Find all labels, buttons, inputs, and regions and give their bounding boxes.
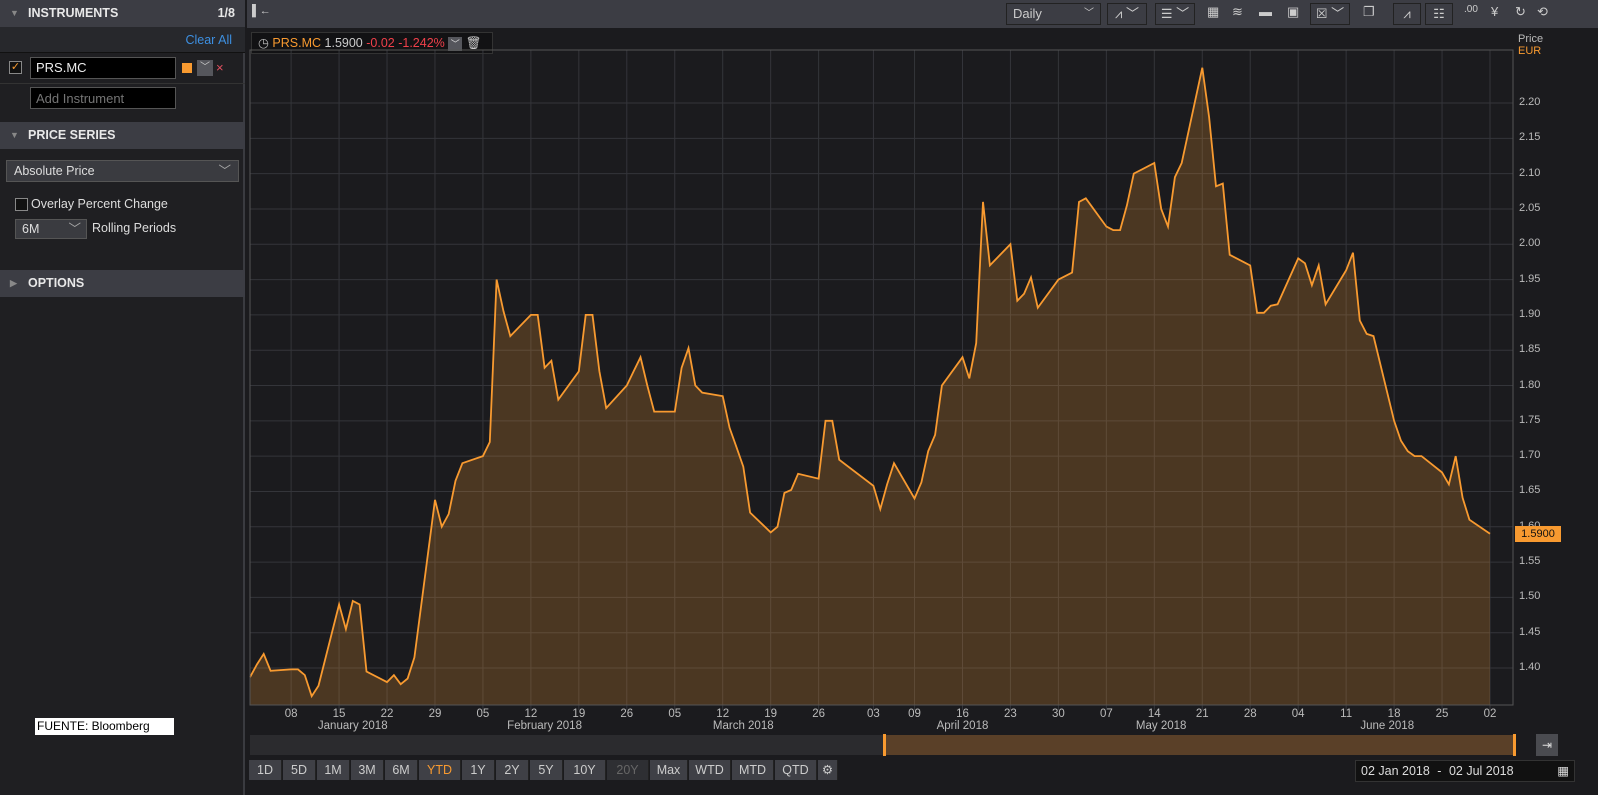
calendar-icon[interactable]: ▦: [1557, 761, 1569, 781]
y-tick-label: 1.70: [1519, 449, 1541, 462]
range-button-2y[interactable]: 2Y: [496, 760, 529, 780]
range-button-wtd[interactable]: WTD: [689, 760, 731, 780]
range-button-1d[interactable]: 1D: [249, 760, 282, 780]
month-label: June 2018: [1360, 720, 1415, 732]
x-tick-label: 09: [908, 708, 921, 720]
range-button-ytd[interactable]: YTD: [419, 760, 461, 780]
y-tick-label: 2.10: [1519, 166, 1541, 179]
x-tick-label: 29: [428, 708, 442, 720]
y-tick-label: 2.15: [1519, 131, 1541, 144]
x-tick-label: 26: [812, 708, 826, 720]
x-tick-label: 07: [1099, 708, 1113, 720]
y-tick-label: 1.95: [1519, 272, 1541, 285]
x-tick-label: 11: [1340, 708, 1353, 720]
y-tick-label: 1.80: [1519, 378, 1541, 391]
x-tick-label: 15: [332, 708, 346, 720]
range-button-20y[interactable]: 20Y: [607, 760, 649, 780]
x-tick-label: 26: [620, 708, 634, 720]
y-tick-label: 1.50: [1519, 590, 1541, 603]
x-tick-label: 23: [1004, 708, 1017, 720]
navigator-selection[interactable]: [884, 735, 1516, 755]
last-price-tag: 1.5900: [1515, 526, 1561, 542]
x-tick-label: 30: [1051, 708, 1065, 720]
range-button-max[interactable]: Max: [650, 760, 688, 780]
range-button-10y[interactable]: 10Y: [564, 760, 606, 780]
y-tick-label: 1.75: [1519, 413, 1541, 426]
month-label: February 2018: [507, 720, 582, 732]
x-tick-label: 05: [668, 708, 682, 720]
y-tick-label: 2.05: [1519, 201, 1541, 214]
date-from[interactable]: 02 Jan 2018: [1361, 764, 1430, 778]
x-tick-label: 18: [1387, 708, 1401, 720]
y-tick-label: 1.90: [1519, 307, 1541, 320]
range-button-3m[interactable]: 3M: [351, 760, 384, 780]
x-tick-label: 22: [380, 708, 394, 720]
x-tick-label: 12: [524, 708, 538, 720]
x-tick-label: 28: [1243, 708, 1257, 720]
price-chart: [249, 49, 1514, 710]
x-tick-label: 02: [1483, 708, 1497, 720]
x-tick-label: 19: [764, 708, 778, 720]
y-tick-label: 1.65: [1519, 484, 1541, 497]
y-tick-label: 2.00: [1519, 237, 1541, 250]
x-tick-label: 21: [1195, 708, 1209, 720]
month-label: April 2018: [936, 720, 989, 732]
y-tick-label: 1.45: [1519, 625, 1541, 638]
x-tick-label: 19: [572, 708, 586, 720]
month-label: May 2018: [1135, 720, 1187, 732]
range-button-5y[interactable]: 5Y: [530, 760, 563, 780]
navigator-reset-icon[interactable]: ⇥: [1536, 734, 1558, 756]
settings-gear-icon[interactable]: ⚙: [818, 760, 838, 780]
y-tick-label: 2.20: [1519, 96, 1541, 108]
navigator-left-handle[interactable]: [883, 734, 886, 756]
month-label: March 2018: [712, 720, 774, 732]
x-tick-label: 05: [476, 708, 490, 720]
y-tick-label: 1.85: [1519, 343, 1541, 356]
range-button-6m[interactable]: 6M: [385, 760, 418, 780]
x-tick-label: 08: [284, 708, 298, 720]
x-tick-label: 25: [1435, 708, 1449, 720]
x-tick-label: 03: [867, 708, 880, 720]
navigator-right-handle[interactable]: [1513, 734, 1516, 756]
x-tick-label: 16: [956, 708, 969, 720]
y-tick-label: 1.40: [1519, 661, 1541, 673]
month-label: January 2018: [317, 720, 388, 732]
price-area: [250, 67, 1490, 705]
date-to[interactable]: 02 Jul 2018: [1449, 764, 1514, 778]
range-button-1m[interactable]: 1M: [317, 760, 350, 780]
range-button-5d[interactable]: 5D: [283, 760, 316, 780]
date-range[interactable]: 02 Jan 2018 - 02 Jul 2018 ▦: [1355, 760, 1575, 782]
range-button-qtd[interactable]: QTD: [775, 760, 817, 780]
x-tick-label: 04: [1291, 708, 1305, 720]
date-separator: -: [1437, 764, 1442, 778]
x-tick-label: 14: [1147, 708, 1161, 720]
y-tick-label: 1.55: [1519, 555, 1541, 568]
range-button-mtd[interactable]: MTD: [732, 760, 774, 780]
x-tick-label: 12: [716, 708, 730, 720]
range-button-1y[interactable]: 1Y: [462, 760, 495, 780]
